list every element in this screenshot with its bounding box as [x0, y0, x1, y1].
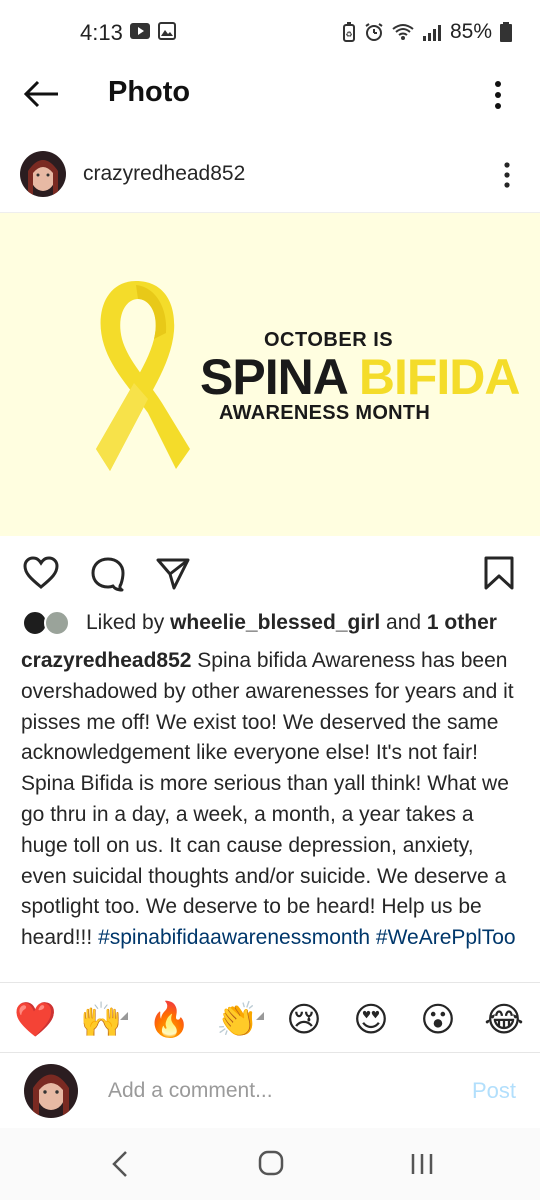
awareness-ribbon-icon — [96, 281, 190, 471]
comment-bar: Post — [0, 1058, 540, 1124]
action-row — [0, 552, 540, 594]
battery-percent: 85% — [449, 20, 492, 43]
post-username[interactable]: crazyredhead852 — [83, 162, 245, 186]
gallery-notification-icon — [158, 22, 176, 40]
emoji-laughing: 😂 — [484, 1001, 524, 1039]
comment-icon[interactable] — [89, 554, 127, 592]
likes-row[interactable]: Liked by wheelie_blessed_girl and 1 othe… — [22, 608, 497, 638]
emoji-crying[interactable]: 😢 — [284, 1000, 324, 1040]
emoji-heart-eyes[interactable]: 😍 — [351, 1000, 391, 1040]
likes-text: Liked by wheelie_blessed_girl and 1 othe… — [86, 611, 497, 635]
emoji-raised-hands[interactable]: 🙌 — [80, 1000, 122, 1040]
emoji-heart[interactable]: ❤️ — [14, 1000, 56, 1040]
liker-username[interactable]: wheelie_blessed_girl — [170, 611, 380, 634]
post-image[interactable]: OCTOBER IS SPINA BIFIDA AWARENESS MONTH — [0, 212, 540, 536]
liker-avatars — [22, 610, 78, 636]
likes-prefix: Liked by — [86, 611, 165, 634]
save-bookmark-icon[interactable] — [480, 554, 518, 592]
nav-back-icon[interactable] — [98, 1146, 142, 1182]
signal-icon — [422, 25, 441, 41]
comment-avatar — [24, 1064, 78, 1118]
like-heart-icon[interactable] — [22, 554, 60, 592]
image-text-spina: SPINA — [200, 349, 347, 405]
hashtag[interactable]: #spinabifidaawarenessmonth — [98, 926, 370, 949]
more-options-icon[interactable] — [492, 78, 504, 112]
status-time: 4:13 — [80, 20, 123, 45]
divider — [0, 1052, 540, 1053]
likes-others[interactable]: 1 other — [427, 611, 497, 634]
system-nav-bar — [0, 1128, 540, 1200]
image-text-line2: SPINA BIFIDA — [200, 349, 521, 405]
skin-tone-indicator-icon — [256, 1012, 264, 1020]
emoji-fire[interactable]: 🔥 — [148, 1000, 190, 1040]
divider — [0, 982, 540, 983]
youtube-notification-icon — [130, 23, 150, 39]
app-header: Photo — [0, 66, 540, 122]
nav-recents-icon[interactable] — [400, 1146, 444, 1182]
post-comment-button[interactable]: Post — [472, 1078, 516, 1104]
avatar[interactable] — [20, 151, 66, 197]
emoji-surprised[interactable]: 😮 — [418, 1000, 458, 1040]
post-header: crazyredhead852 — [0, 148, 540, 204]
status-bar: 4:13 ♻ 85% — [0, 0, 540, 66]
emoji-clapping[interactable]: 👏 — [216, 1000, 258, 1040]
emoji-reaction-bar: ❤️ 🙌 🔥 👏 😢 😍 😮 😂 — [0, 992, 540, 1048]
hashtag[interactable]: #WeArePplToo — [376, 926, 516, 949]
post-caption: crazyredhead852 Spina bifida Awareness h… — [21, 646, 521, 980]
post-options-icon[interactable] — [502, 160, 512, 190]
image-text-line3: AWARENESS MONTH — [219, 402, 431, 424]
image-text-bifida: BIFIDA — [358, 349, 521, 405]
wifi-icon — [392, 24, 414, 40]
likes-and: and — [386, 611, 422, 634]
share-icon[interactable] — [154, 554, 192, 592]
page-title: Photo — [108, 76, 191, 108]
liker-avatar — [44, 610, 70, 636]
nav-home-icon[interactable] — [249, 1146, 293, 1182]
comment-input[interactable] — [108, 1076, 428, 1106]
back-arrow-icon[interactable] — [22, 76, 62, 112]
battery-saver-icon: ♻ — [342, 22, 355, 42]
caption-username[interactable]: crazyredhead852 — [21, 649, 191, 672]
alarm-icon — [365, 23, 383, 41]
skin-tone-indicator-icon — [120, 1012, 128, 1020]
svg-text:♻: ♻ — [345, 30, 352, 39]
battery-icon — [500, 22, 512, 42]
caption-text: Spina bifida Awareness has been overshad… — [21, 649, 514, 950]
